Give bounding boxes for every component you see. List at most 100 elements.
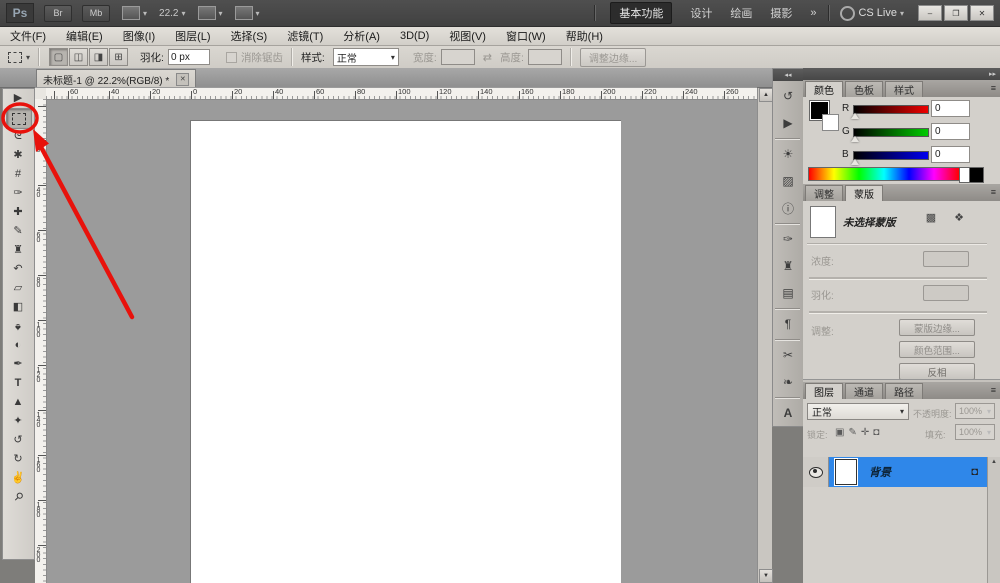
selection-add-button[interactable]: ◫	[69, 48, 89, 66]
antialias-checkbox[interactable]	[225, 51, 237, 63]
mask-edge-button[interactable]: 蒙版边缘...	[899, 319, 975, 336]
info-panel-icon[interactable]: ⓘ	[776, 197, 800, 219]
cs-live-button[interactable]: CS Live ▾	[840, 5, 904, 21]
add-pixel-mask-icon[interactable]: ▩	[921, 211, 941, 227]
clone-stamp-tool[interactable]: ♜	[6, 241, 30, 260]
feather-input[interactable]: 0 px	[167, 49, 210, 65]
eraser-tool[interactable]: ▱	[6, 279, 30, 298]
paragraph-panel-icon[interactable]: ¶	[776, 313, 800, 335]
selection-intersect-button[interactable]: ⊞	[109, 48, 129, 66]
add-vector-mask-icon[interactable]: ❖	[949, 211, 969, 227]
channel-b-slider[interactable]	[853, 151, 929, 160]
brush-tool[interactable]: ✎	[6, 222, 30, 241]
channel-g-input[interactable]: 0	[931, 123, 970, 140]
layer-thumbnail[interactable]	[834, 458, 858, 486]
lock-paint-icon[interactable]: ✎	[848, 427, 856, 438]
path-selection-tool[interactable]: ▲	[6, 393, 30, 412]
menu-select[interactable]: 选择(S)	[221, 28, 278, 44]
tab-paths[interactable]: 路径	[885, 383, 923, 399]
type-tool[interactable]: T	[6, 374, 30, 393]
menu-image[interactable]: 图像(I)	[113, 28, 165, 44]
scroll-down-icon[interactable]: ▼	[759, 569, 773, 583]
color-spectrum-bar[interactable]	[808, 167, 960, 181]
restore-button[interactable]: ❐	[944, 5, 968, 21]
slider-marker[interactable]	[851, 113, 859, 119]
workspace-essentials-button[interactable]: 基本功能	[610, 2, 673, 24]
menu-view[interactable]: 视图(V)	[439, 28, 496, 44]
slider-marker[interactable]	[851, 136, 859, 142]
layers-scrollbar[interactable]: ▲	[987, 457, 1000, 583]
panel-menu-icon[interactable]: ≡	[991, 187, 996, 197]
spot-healing-brush-tool[interactable]: ✚	[6, 203, 30, 222]
3d-rotate-tool[interactable]: ↺	[6, 431, 30, 450]
menu-filter[interactable]: 滤镜(T)	[277, 28, 333, 44]
panel-collapse-bar[interactable]: ▸▸	[803, 68, 1000, 80]
tab-close-icon[interactable]: ✕	[176, 72, 190, 86]
lock-move-icon[interactable]: ✛	[861, 427, 869, 438]
document-canvas[interactable]	[190, 120, 621, 583]
blur-tool[interactable]: ♠	[6, 317, 30, 336]
mini-bridge-button[interactable]: Mb	[82, 4, 110, 22]
minimize-button[interactable]: –	[918, 5, 942, 21]
scroll-up-icon[interactable]: ▲	[759, 88, 773, 102]
arrange-documents-button[interactable]: ▾	[197, 6, 223, 20]
zoom-level-dropdown[interactable]: 22.2 ▾	[159, 8, 185, 19]
tool-preset-picker[interactable]: ▾	[8, 51, 30, 63]
view-extras-button[interactable]: ▾	[122, 6, 147, 20]
tab-styles[interactable]: 样式	[885, 81, 923, 97]
selection-subtract-button[interactable]: ◨	[89, 48, 109, 66]
3d-orbit-tool[interactable]: ↻	[6, 450, 30, 469]
channel-r-input[interactable]: 0	[931, 100, 970, 117]
color-bg-swatch[interactable]	[822, 114, 839, 131]
channel-g-slider[interactable]	[853, 128, 929, 137]
layer-visibility-cell[interactable]	[803, 457, 829, 487]
screen-mode-button[interactable]: ▾	[234, 6, 260, 20]
slider-marker[interactable]	[851, 159, 859, 165]
color-range-button[interactable]: 颜色范围...	[899, 341, 975, 358]
menu-window[interactable]: 窗口(W)	[496, 28, 556, 44]
workspace-more-button[interactable]: »	[810, 7, 816, 19]
bridge-button[interactable]: Br	[44, 4, 72, 22]
menu-file[interactable]: 文件(F)	[0, 28, 56, 44]
layer-row-background[interactable]: 背景 ◘	[803, 457, 988, 487]
refine-edge-button[interactable]: 调整边缘...	[579, 47, 647, 67]
tab-swatches[interactable]: 色板	[845, 81, 883, 97]
workspace-painting-button[interactable]: 绘画	[730, 5, 752, 21]
menu-3d[interactable]: 3D(D)	[390, 30, 439, 42]
eyedropper-tool[interactable]: ✑	[6, 184, 30, 203]
lock-transparency-icon[interactable]: ▣	[835, 427, 844, 438]
history-panel-icon[interactable]: ↺	[776, 85, 800, 107]
workspace-photography-button[interactable]: 摄影	[770, 5, 792, 21]
crop-tool[interactable]: #	[6, 165, 30, 184]
tab-layers[interactable]: 图层	[805, 383, 843, 399]
animation-panel-icon[interactable]: ❧	[776, 371, 800, 393]
clone-source-panel-icon[interactable]: ♜	[776, 255, 800, 277]
panel-menu-icon[interactable]: ≡	[991, 385, 996, 395]
spectrum-black-swatch[interactable]	[969, 167, 984, 183]
workspace-design-button[interactable]: 设计	[690, 5, 712, 21]
tab-adjustments[interactable]: 调整	[805, 185, 843, 201]
blend-mode-dropdown[interactable]: 正常 ▾	[807, 403, 909, 420]
rectangular-marquee-tool[interactable]	[6, 108, 32, 129]
move-tool[interactable]: ▶	[6, 89, 30, 108]
menu-edit[interactable]: 编辑(E)	[56, 28, 113, 44]
hand-tool[interactable]: ✌	[6, 469, 30, 488]
document-tab[interactable]: 未标题-1 @ 22.2%(RGB/8) * ✕	[36, 69, 197, 88]
tab-color[interactable]: 颜色	[805, 81, 843, 97]
panel-menu-icon[interactable]: ≡	[991, 83, 996, 93]
selection-new-button[interactable]: ▢	[49, 48, 69, 66]
brushes-panel-icon[interactable]: ✑	[776, 228, 800, 250]
channel-r-slider[interactable]	[853, 105, 929, 114]
pen-tool[interactable]: ✒	[6, 355, 30, 374]
zoom-tool[interactable]: ⚲	[6, 488, 30, 507]
menu-analysis[interactable]: 分析(A)	[333, 28, 390, 44]
dock-collapse-bar[interactable]: ◂◂	[773, 69, 803, 81]
adjustments-panel-icon[interactable]: ☀	[776, 143, 800, 165]
menu-layer[interactable]: 图层(L)	[165, 28, 220, 44]
invert-button[interactable]: 反相	[899, 363, 975, 380]
character-panel-icon[interactable]: A	[776, 402, 800, 424]
lasso-tool[interactable]: ᘓ	[6, 127, 30, 146]
styles-panel-icon[interactable]: ▨	[776, 170, 800, 192]
shape-tool[interactable]: ✦	[6, 412, 30, 431]
dodge-tool[interactable]: ◐	[6, 336, 30, 355]
